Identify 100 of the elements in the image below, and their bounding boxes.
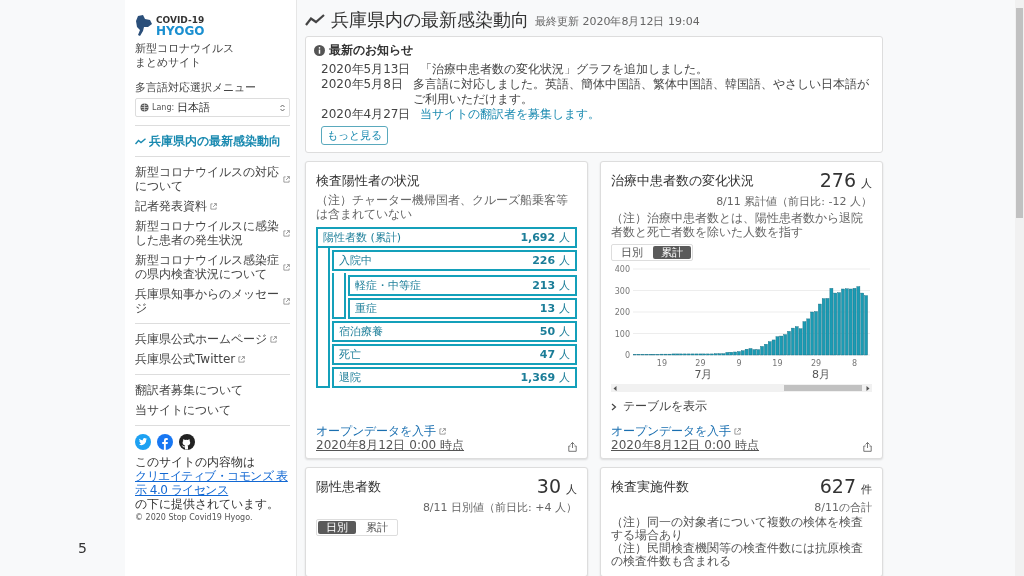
news-text: 「治療中患者数の変化状況」グラフを追加しました。 (420, 62, 709, 77)
axis-label: 19 (772, 359, 783, 368)
total-value: 30 (536, 475, 561, 497)
horizontal-scrollbar[interactable] (611, 384, 872, 392)
globe-icon (140, 103, 149, 112)
axis-label: 9 (736, 359, 742, 368)
axis-label: 0 (624, 351, 630, 360)
more-button[interactable]: もっと見る (321, 126, 388, 145)
month-label: 7月 (694, 368, 713, 382)
note: （注）同一の対象者について複数の検体を検査する場合あり (611, 516, 864, 542)
nav-link[interactable]: 記者発表資料 (135, 199, 290, 213)
toggle-button[interactable]: 累計 (653, 246, 691, 259)
stat-value: 213 人 (532, 278, 570, 293)
axis-label: 29 (810, 359, 822, 368)
stat-label: 陽性者数 (累計) (323, 230, 402, 245)
nav-link[interactable]: 新型コロナウイルスの対応について (135, 165, 290, 193)
stat-label: 重症 (355, 301, 377, 316)
news-date: 2020年5月13日 (321, 62, 411, 77)
nav-link[interactable]: 兵庫県知事からのメッセージ (135, 287, 290, 315)
note: （注）治療中患者数とは、陽性患者数から退院者数と死亡者数を除いた人数を指す (611, 211, 864, 239)
subtitle: 8/11の合計 (814, 501, 872, 514)
share-icon[interactable] (568, 442, 577, 452)
axis-label: 300 (614, 286, 630, 296)
nav-link[interactable]: 新型コロナウイルスに感染した患者の発生状況 (135, 219, 290, 247)
trend-icon (305, 14, 325, 26)
card-title: 検査実施件数 (611, 478, 689, 496)
external-link-icon (210, 202, 217, 210)
share-icon[interactable] (863, 442, 872, 452)
unit-label: 件 (861, 482, 872, 498)
nav-link[interactable]: 兵庫県内の最新感染動向 (135, 134, 290, 148)
timestamp: 2020年8月12日 0:00 時点 (611, 438, 760, 452)
nav-link[interactable]: 新型コロナウイルス感染症の県内検査状況について (135, 253, 290, 281)
external-link-icon (439, 427, 446, 435)
external-link-icon (283, 263, 290, 271)
trend-icon (135, 137, 146, 145)
license-text: の下に提供されています。 (135, 497, 280, 511)
axis-label: 400 (614, 265, 630, 274)
copyright: © 2020 Stop Covid19 Hyogo. (135, 513, 254, 522)
nav-link[interactable]: 兵庫県公式Twitter (135, 352, 290, 366)
updown-arrow-icon (280, 103, 285, 112)
card-title: 治療中患者数の変化状況 (611, 172, 754, 190)
scroll-thumb[interactable] (1016, 8, 1023, 218)
language-select[interactable]: Lang: 日本語 (135, 98, 290, 117)
license-link[interactable]: クリエイティブ・コモンズ 表示 4.0 ライセンス (135, 469, 294, 497)
stat-label: 死亡 (339, 347, 361, 362)
axis-label: 200 (614, 308, 630, 317)
month-label: 8月 (812, 368, 830, 382)
nav-link[interactable]: 当サイトについて (135, 403, 290, 417)
news-link[interactable]: 当サイトの翻訳者を募集します。 (420, 107, 601, 122)
facebook-icon[interactable] (157, 434, 173, 450)
nav-link[interactable]: 翻訳者募集について (135, 383, 290, 397)
vertical-scrollbar[interactable] (1015, 0, 1024, 576)
stat-value: 50 人 (539, 324, 570, 339)
open-data-link[interactable]: オープンデータを入手 (611, 424, 731, 438)
logo-text: COVID-19 (156, 15, 205, 25)
external-link-icon (283, 297, 290, 305)
axis-label: 8 (851, 359, 858, 368)
total-value: 276 (819, 169, 856, 191)
toggle-button[interactable]: 日別 (318, 521, 356, 534)
page-title: 兵庫県内の最新感染動向 (331, 8, 529, 32)
bird-icon[interactable] (135, 434, 151, 450)
stat-value: 226 人 (532, 253, 570, 268)
stat-value: 47 人 (539, 347, 570, 362)
license-text: このサイトの内容物は (135, 455, 256, 469)
unit-label: 人 (566, 482, 577, 498)
note: （注）民間検査機関等の検査件数には抗原検査の検査件数も含まれる (611, 542, 864, 568)
scroll-left-icon[interactable] (613, 385, 617, 391)
timestamp: 2020年8月12日 0:00 時点 (316, 438, 465, 452)
note: （注）チャーター機帰国者、クルーズ船乗客等は含まれていない (316, 193, 569, 221)
scroll-thumb[interactable] (784, 385, 862, 391)
stat-value: 1,692 人 (520, 230, 570, 245)
card-title: 検査陽性者の状況 (316, 172, 421, 190)
news-text: 多言語に対応しました。英語、簡体中国語、繁体中国語、韓国語、やさしい日本語がご利用いただけます。 (412, 77, 870, 107)
menu-label: 多言語対応選択メニュー (135, 80, 257, 95)
stat-label: 軽症・中等症 (355, 278, 421, 293)
axis-label: 19 (656, 359, 667, 368)
page-number: 5 (78, 540, 87, 556)
axis-label: 100 (614, 329, 630, 339)
external-link-icon (270, 335, 277, 343)
open-data-link[interactable]: オープンデータを入手 (316, 424, 436, 438)
bracket-line (332, 273, 346, 319)
external-link-icon (283, 229, 290, 237)
info-icon (314, 45, 325, 56)
external-link-icon (283, 175, 290, 183)
total-value: 627 (819, 475, 856, 497)
stat-label: 入院中 (339, 253, 372, 268)
site-name: 新型コロナウイルス (135, 42, 235, 56)
stat-label: 宿泊療養 (339, 324, 383, 339)
stat-label: 退院 (339, 370, 361, 385)
nav-link[interactable]: 兵庫県公式ホームページ (135, 332, 290, 346)
last-updated: 最終更新 2020年8月12日 19:04 (535, 14, 700, 29)
table-toggle[interactable]: テーブルを表示 (611, 398, 872, 415)
axis-label: 29 (695, 359, 706, 368)
github-icon[interactable] (179, 434, 195, 450)
unit-label: 人 (861, 176, 872, 192)
news-date: 2020年5月8日 (321, 77, 403, 93)
subtitle: 8/11 累計値（前日比: -12 人） (716, 195, 872, 208)
subtitle: 8/11 日別値（前日比: +4 人） (422, 501, 577, 514)
scroll-right-icon[interactable] (866, 385, 870, 391)
external-link-icon (734, 427, 741, 435)
